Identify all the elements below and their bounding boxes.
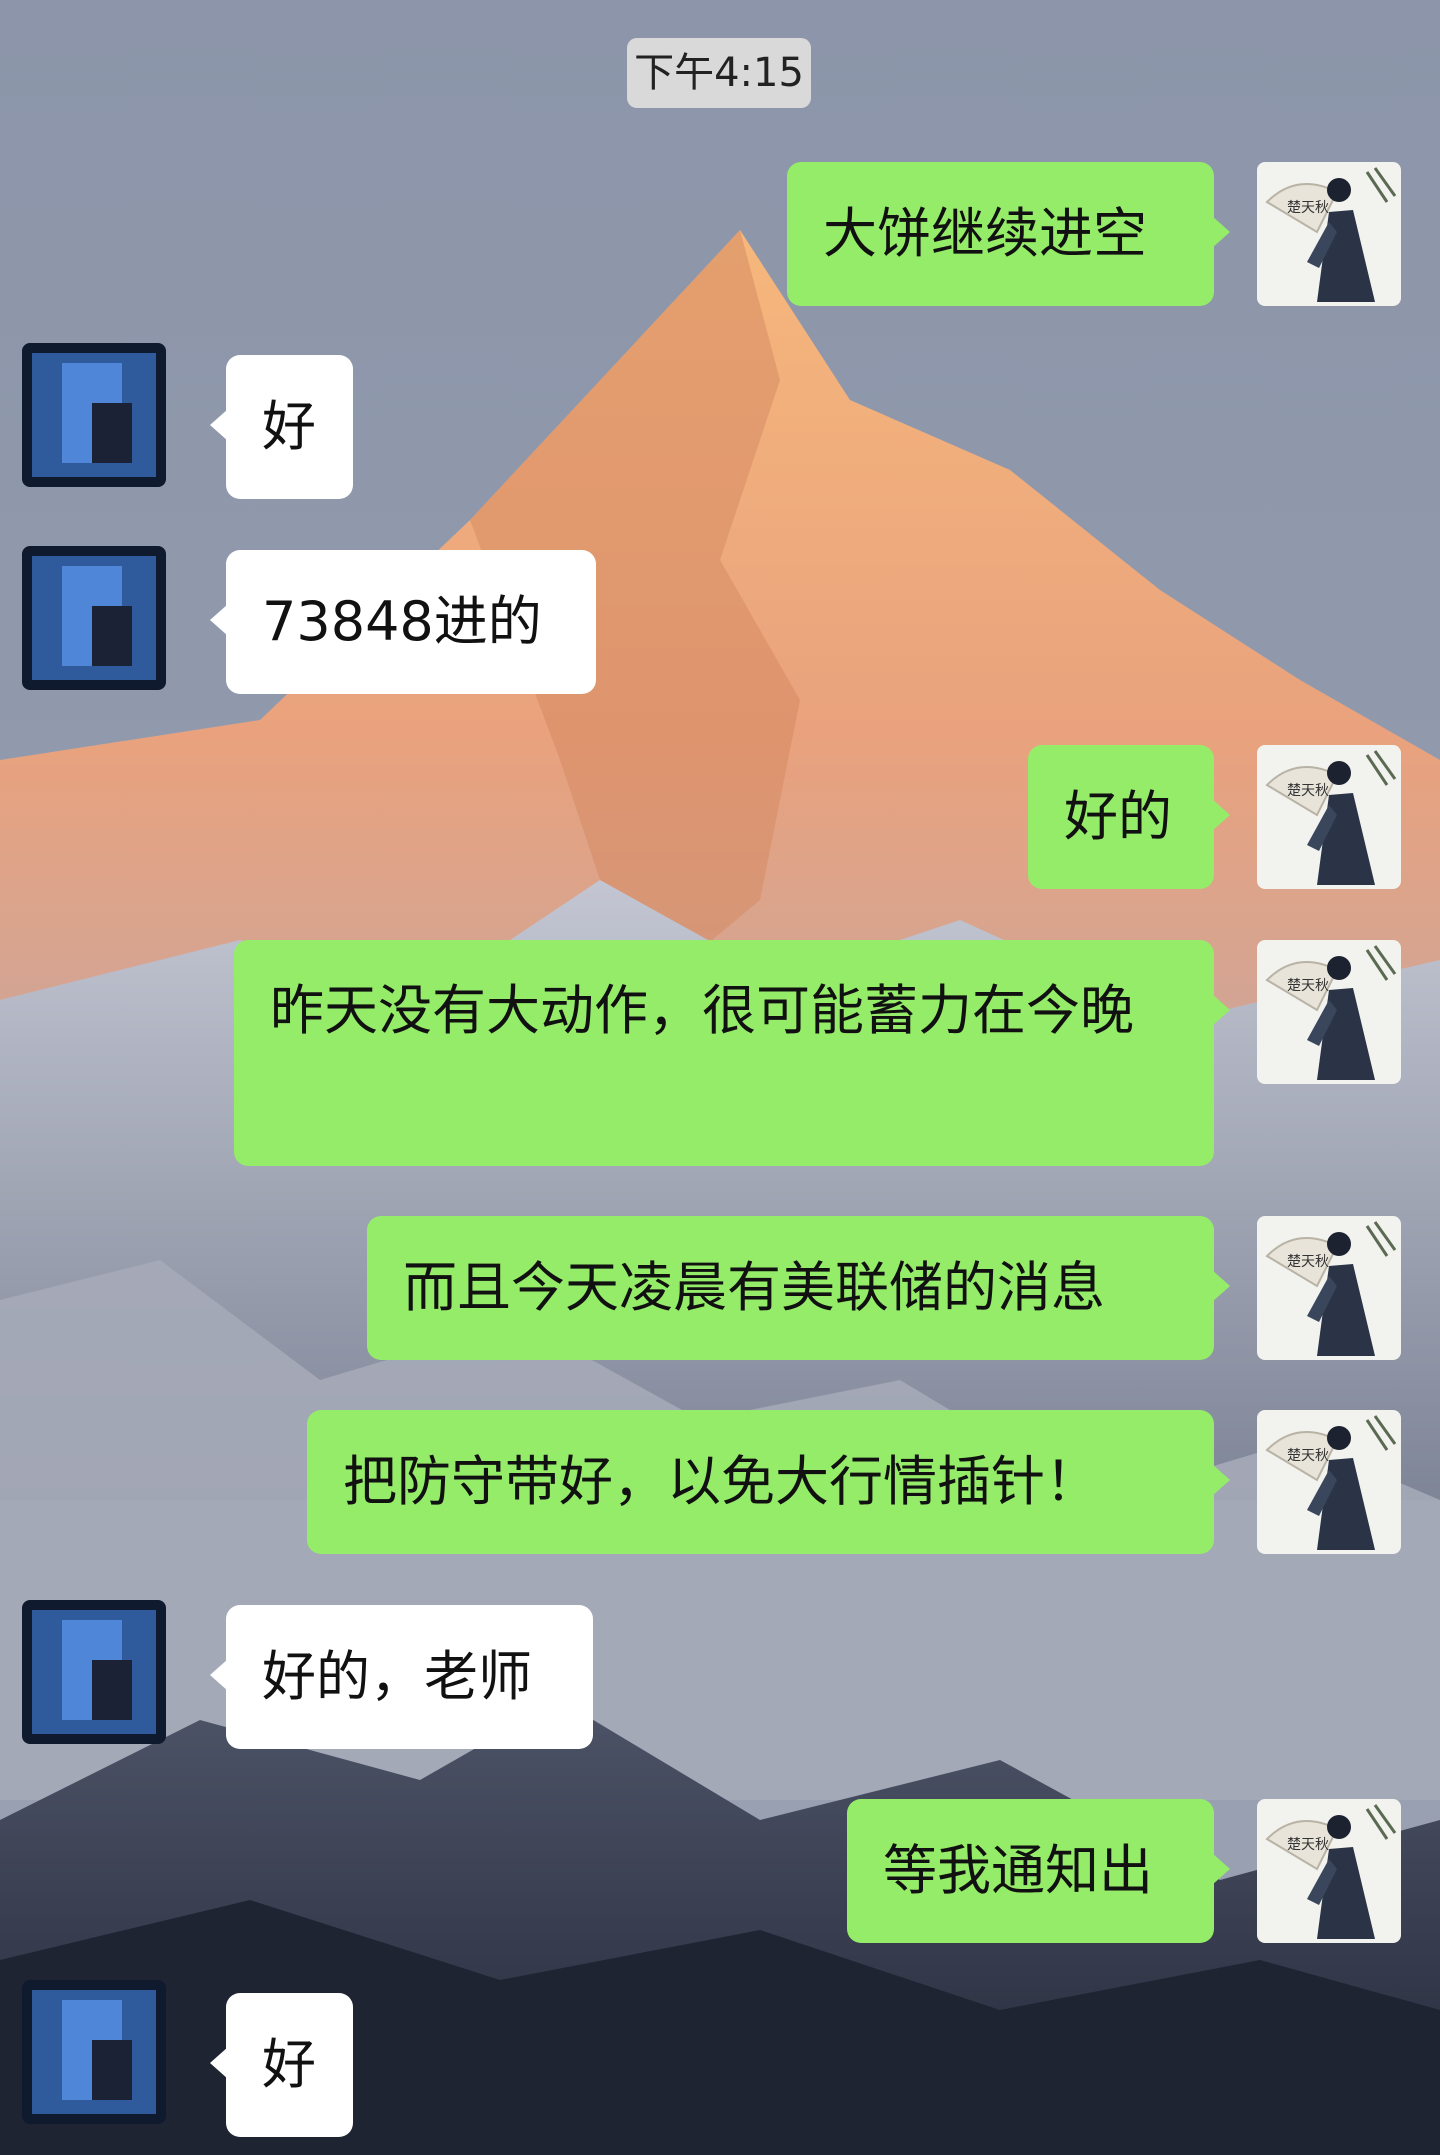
svg-text:楚天秋: 楚天秋 [1287, 1254, 1329, 1270]
incoming-message-bubble[interactable]: 好 [210, 355, 353, 499]
chat-message-list[interactable]: 下午4:15 大饼继续进空 楚天秋 好 73848进的 好的 楚天秋 昨天没有大… [0, 0, 1440, 2155]
bubble-tail [1212, 216, 1230, 248]
blurred-blue-avatar-icon [22, 1600, 166, 1744]
message-text: 把防守带好，以免大行情插针！ [343, 1450, 1099, 1513]
incoming-message-bubble[interactable]: 73848进的 [210, 550, 596, 694]
self-avatar[interactable]: 楚天秋 [1257, 1410, 1401, 1554]
message-text: 73848进的 [262, 590, 542, 653]
scholar-fan-avatar-icon: 楚天秋 [1257, 745, 1401, 889]
blurred-blue-avatar-icon [22, 546, 166, 690]
self-avatar[interactable]: 楚天秋 [1257, 1216, 1401, 1360]
scholar-fan-avatar-icon: 楚天秋 [1257, 162, 1401, 306]
outgoing-message-bubble[interactable]: 大饼继续进空 [787, 162, 1230, 306]
timestamp-chip: 下午4:15 [627, 38, 811, 108]
self-avatar[interactable]: 楚天秋 [1257, 745, 1401, 889]
outgoing-message-bubble[interactable]: 把防守带好，以免大行情插针！ [307, 1410, 1230, 1554]
svg-text:楚天秋: 楚天秋 [1287, 783, 1329, 799]
contact-avatar[interactable] [22, 343, 166, 487]
message-text: 昨天没有大动作，很可能蓄力在今晚 [270, 979, 1134, 1042]
svg-text:楚天秋: 楚天秋 [1287, 1837, 1329, 1853]
outgoing-message-bubble[interactable]: 好的 [1028, 745, 1230, 889]
message-text: 好 [262, 2033, 316, 2096]
svg-text:楚天秋: 楚天秋 [1287, 1448, 1329, 1464]
outgoing-message-bubble[interactable]: 而且今天凌晨有美联储的消息 [367, 1216, 1230, 1360]
outgoing-message-bubble[interactable]: 等我通知出 [847, 1799, 1230, 1943]
scholar-fan-avatar-icon: 楚天秋 [1257, 1410, 1401, 1554]
bubble-tail [210, 2047, 228, 2079]
scholar-fan-avatar-icon: 楚天秋 [1257, 1216, 1401, 1360]
bubble-tail [1212, 799, 1230, 831]
message-text: 好 [262, 395, 316, 458]
svg-text:楚天秋: 楚天秋 [1287, 978, 1329, 994]
contact-avatar[interactable] [22, 546, 166, 690]
bubble-tail [1212, 994, 1230, 1026]
message-text: 大饼继续进空 [823, 202, 1147, 265]
incoming-message-bubble[interactable]: 好 [210, 1993, 353, 2137]
blurred-blue-avatar-icon [22, 1980, 166, 2124]
message-text: 好的 [1064, 785, 1172, 848]
scholar-fan-avatar-icon: 楚天秋 [1257, 940, 1401, 1084]
contact-avatar[interactable] [22, 1980, 166, 2124]
message-text: 等我通知出 [883, 1839, 1153, 1902]
message-text: 而且今天凌晨有美联储的消息 [403, 1256, 1105, 1319]
svg-text:楚天秋: 楚天秋 [1287, 200, 1329, 216]
incoming-message-bubble[interactable]: 好的，老师 [210, 1605, 593, 1749]
bubble-tail [210, 1659, 228, 1691]
self-avatar[interactable]: 楚天秋 [1257, 1799, 1401, 1943]
contact-avatar[interactable] [22, 1600, 166, 1744]
bubble-tail [1212, 1853, 1230, 1885]
bubble-tail [210, 409, 228, 441]
bubble-tail [1212, 1270, 1230, 1302]
self-avatar[interactable]: 楚天秋 [1257, 940, 1401, 1084]
message-text: 好的，老师 [262, 1645, 532, 1708]
blurred-blue-avatar-icon [22, 343, 166, 487]
scholar-fan-avatar-icon: 楚天秋 [1257, 1799, 1401, 1943]
bubble-tail [210, 604, 228, 636]
self-avatar[interactable]: 楚天秋 [1257, 162, 1401, 306]
bubble-tail [1212, 1464, 1230, 1496]
outgoing-message-bubble[interactable]: 昨天没有大动作，很可能蓄力在今晚 [234, 940, 1230, 1166]
